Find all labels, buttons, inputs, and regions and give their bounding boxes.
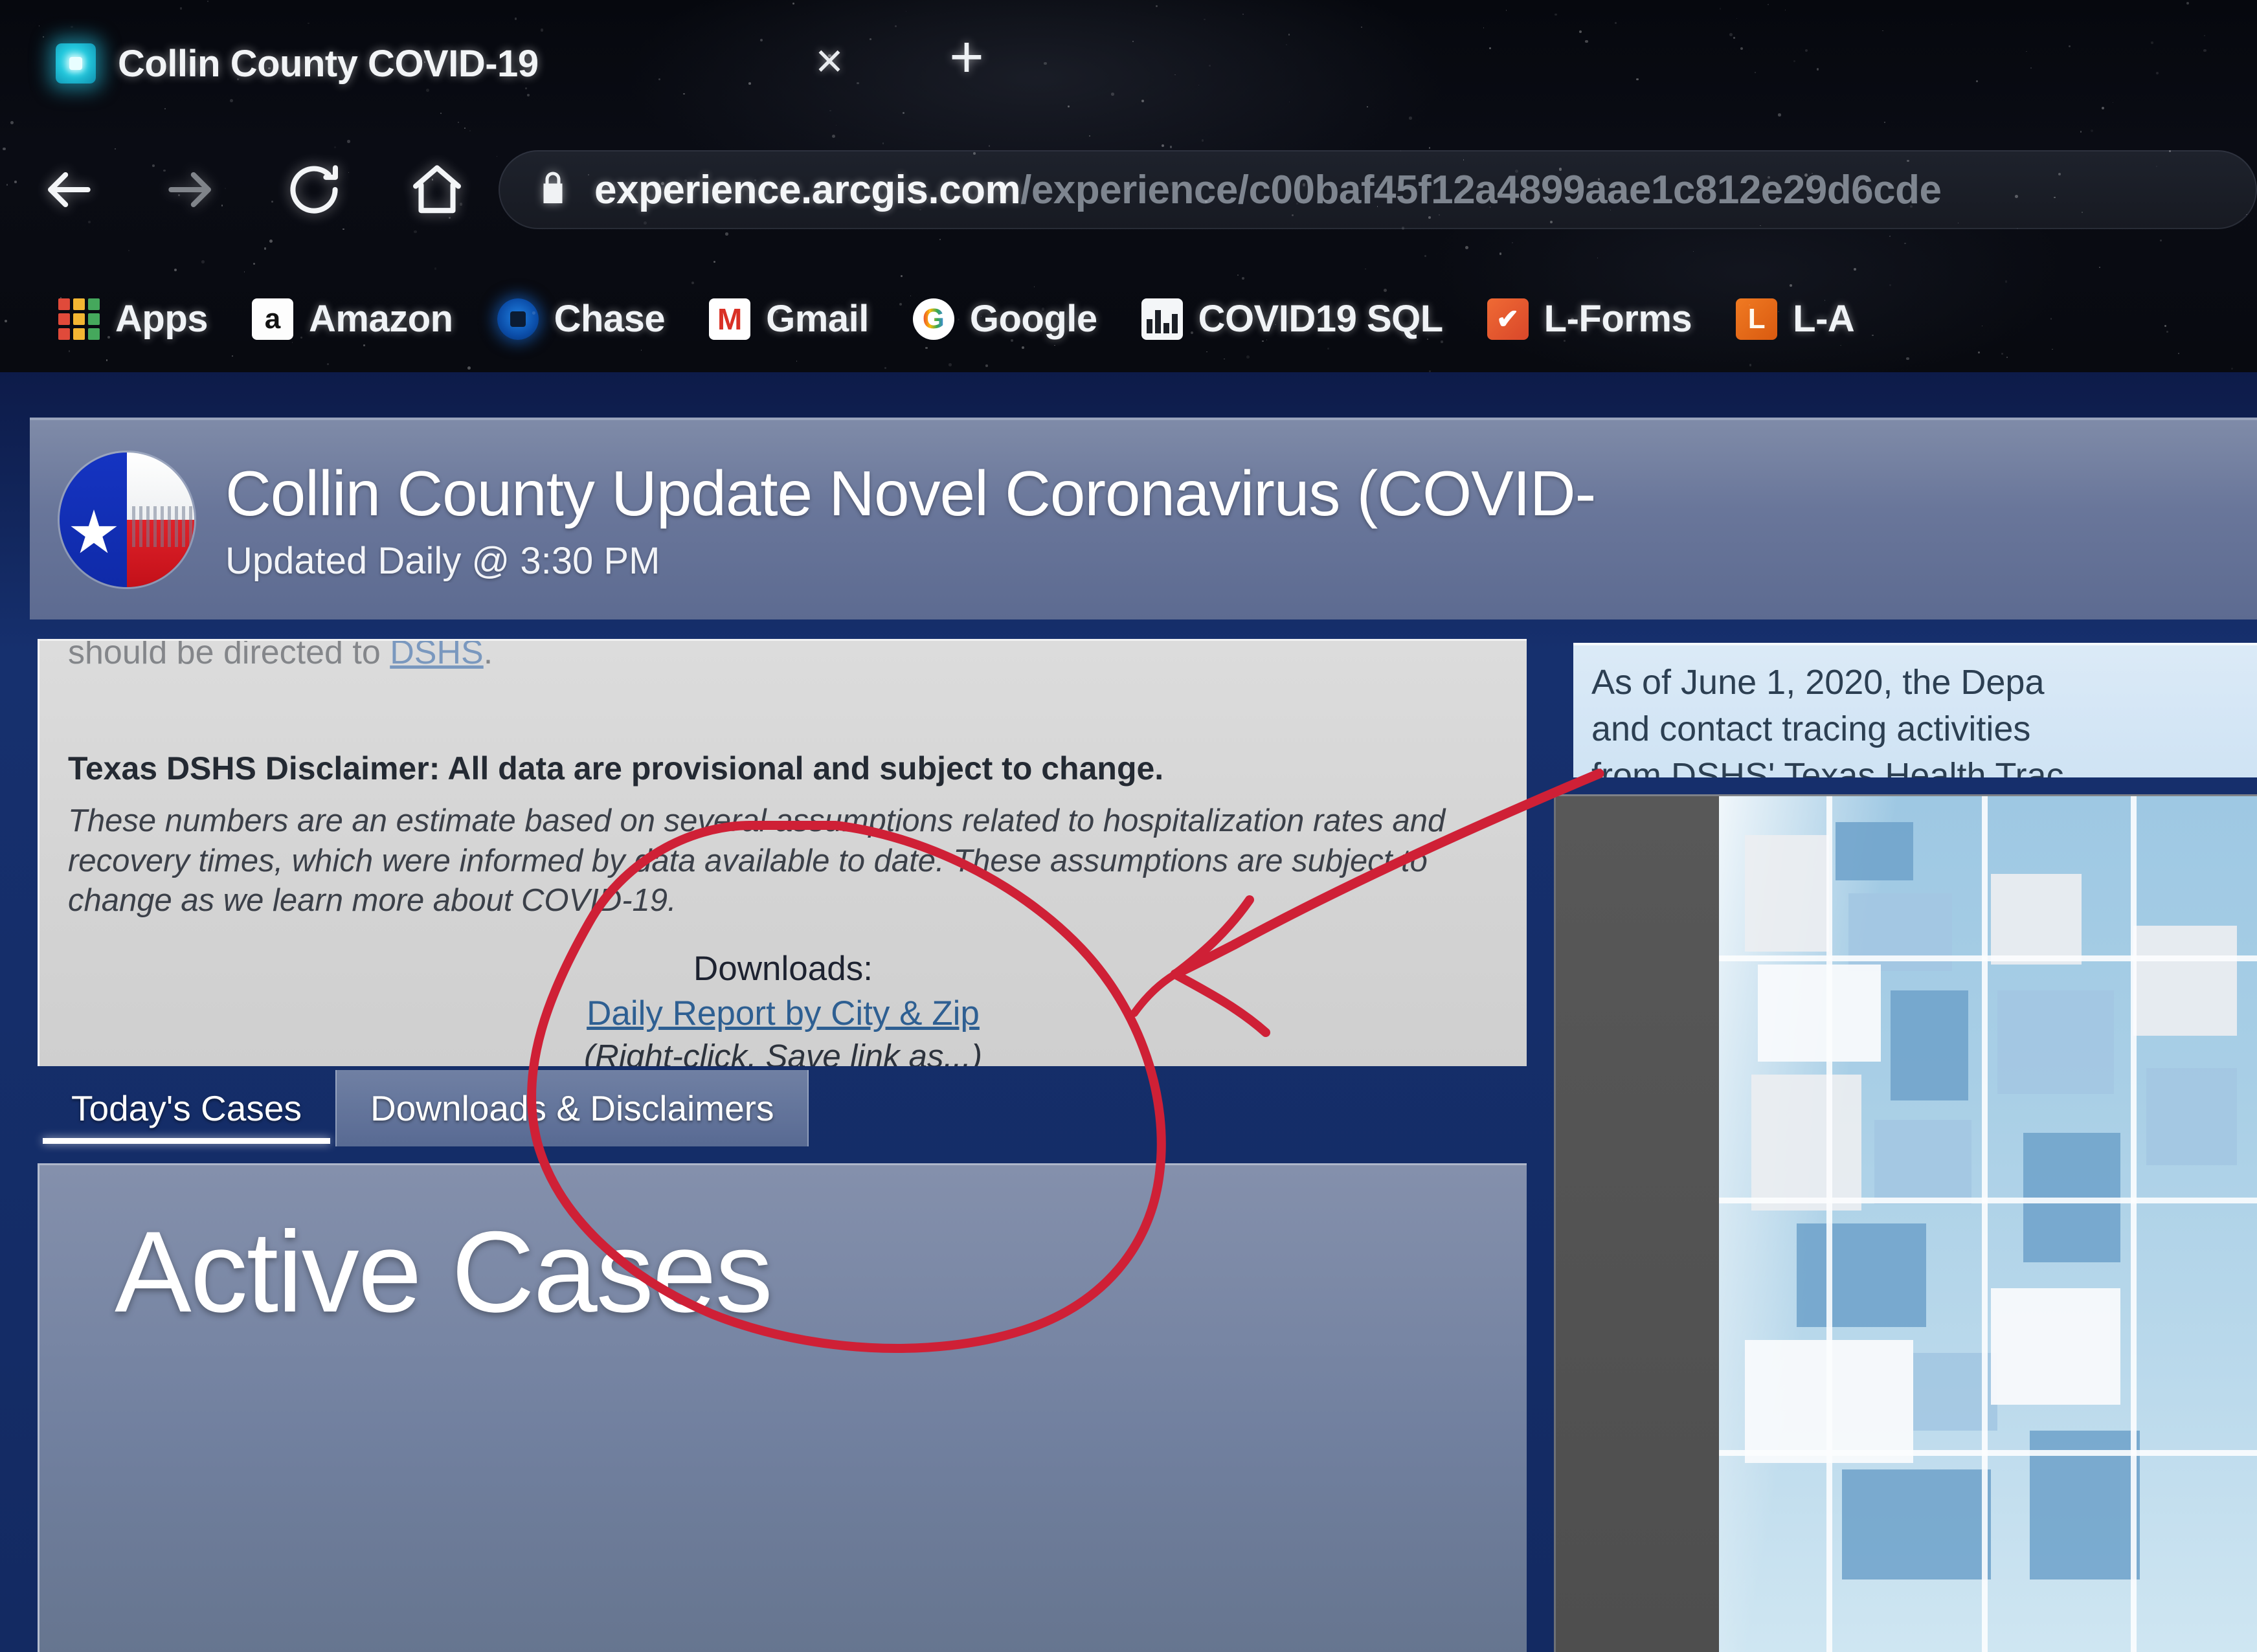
close-tab-icon[interactable]: × [806, 37, 853, 87]
sql-chart-icon [1141, 298, 1183, 340]
bookmark-label: Chase [554, 298, 666, 340]
map-tiles [1719, 796, 2257, 1652]
downloads-heading: Downloads: [693, 950, 873, 988]
amazon-glyph: a [264, 302, 281, 335]
google-glyph: G [922, 302, 945, 335]
page-viewport: Collin County Update Novel Coronavirus (… [0, 372, 2257, 1652]
amazon-icon: a [252, 298, 293, 340]
check-glyph: ✔ [1496, 303, 1520, 334]
info-box-text: As of June 1, 2020, the Depa and contact… [1591, 663, 2064, 777]
active-cases-panel: Active Cases [38, 1163, 1527, 1652]
map-left-gutter [1556, 796, 1719, 1652]
clipped-dshs-line: should be directed to DSHS. [68, 639, 493, 672]
gmail-icon: M [709, 298, 751, 340]
tab-title: Collin County COVID-19 [118, 42, 539, 85]
daily-report-link[interactable]: Daily Report by City & Zip [587, 994, 980, 1033]
url-path: /experience/c00baf45f12a4899aae1c812e29d… [1020, 167, 1942, 212]
apps-grid-icon [58, 298, 100, 340]
lforms-check-icon: ✔ [1487, 298, 1529, 340]
bookmark-l-a[interactable]: L L-A [1714, 280, 1876, 358]
url-host: experience.arcgis.com [594, 167, 1021, 212]
bookmark-l-forms[interactable]: ✔ L-Forms [1465, 280, 1714, 358]
bookmarks-bar: Apps a Amazon Chase M Gmail G Google COV… [0, 265, 2257, 372]
tab-label: Today's Cases [71, 1088, 302, 1128]
new-tab-icon[interactable]: + [939, 27, 994, 87]
tab-downloads-disclaimers[interactable]: Downloads & Disclaimers [335, 1070, 809, 1146]
tab-todays-cases[interactable]: Today's Cases [38, 1070, 335, 1146]
back-arrow-icon[interactable] [32, 154, 104, 225]
card-tab-bar: Today's Cases Downloads & Disclaimers [38, 1070, 1112, 1146]
google-icon: G [912, 298, 954, 340]
bookmark-label: Gmail [766, 298, 869, 340]
collin-county-choropleth-map[interactable] [1554, 794, 2257, 1652]
bookmark-gmail[interactable]: M Gmail [687, 280, 891, 358]
page-title: Collin County Update Novel Coronavirus (… [225, 458, 1596, 529]
bookmark-label: Apps [115, 298, 208, 340]
bookmark-google[interactable]: G Google [891, 280, 1119, 358]
gmail-glyph: M [717, 302, 743, 336]
page-subtitle: Updated Daily @ 3:30 PM [225, 540, 660, 582]
la-icon: L [1736, 298, 1778, 340]
bookmark-chase[interactable]: Chase [475, 280, 688, 358]
bookmark-apps[interactable]: Apps [36, 280, 230, 358]
disclaimer-body: These numbers are an estimate based on s… [68, 803, 1446, 919]
la-glyph: L [1747, 302, 1766, 335]
active-cases-title: Active Cases [115, 1207, 773, 1336]
disclaimer-card: should be directed to DSHS. Texas DSHS D… [38, 639, 1527, 1066]
tab-label: Downloads & Disclaimers [370, 1088, 774, 1128]
home-icon[interactable] [401, 154, 473, 225]
dashboard-header: Collin County Update Novel Coronavirus (… [30, 418, 2257, 620]
disclaimer-title: Texas DSHS Disclaimer: All data are prov… [68, 750, 1164, 787]
bookmark-label: L-Forms [1544, 298, 1692, 340]
clipped-prefix: should be directed to [68, 639, 390, 671]
bookmark-label: COVID19 SQL [1198, 298, 1444, 340]
address-bar[interactable]: experience.arcgis.com/experience/c00baf4… [499, 150, 2257, 229]
texas-flag-circle-logo [60, 452, 194, 587]
bookmark-label: L-A [1793, 298, 1855, 340]
downloads-block: Downloads: Daily Report by City & Zip (R… [39, 949, 1527, 1066]
contact-tracing-info-box: As of June 1, 2020, the Depa and contact… [1573, 643, 2257, 777]
browser-tab[interactable]: Collin County COVID-19 [39, 12, 556, 115]
bookmark-covid19-sql[interactable]: COVID19 SQL [1119, 280, 1465, 358]
reload-icon[interactable] [278, 154, 350, 225]
screenshot-root: Collin County COVID-19 × + experience.ar… [0, 0, 2257, 1652]
forward-arrow-icon[interactable] [155, 154, 227, 225]
browser-chrome: Collin County COVID-19 × + experience.ar… [0, 0, 2257, 373]
lock-icon [533, 169, 572, 211]
bookmark-label: Google [969, 298, 1097, 340]
downloads-note: (Right-click, Save link as...) [584, 1038, 982, 1066]
arcgis-favicon [56, 43, 96, 84]
clipped-suffix: . [483, 639, 493, 671]
dshs-link[interactable]: DSHS [390, 641, 483, 671]
tab-strip: Collin County COVID-19 × + [0, 0, 2257, 127]
bookmark-amazon[interactable]: a Amazon [230, 280, 475, 358]
bookmark-label: Amazon [309, 298, 453, 340]
chase-icon [497, 298, 539, 340]
